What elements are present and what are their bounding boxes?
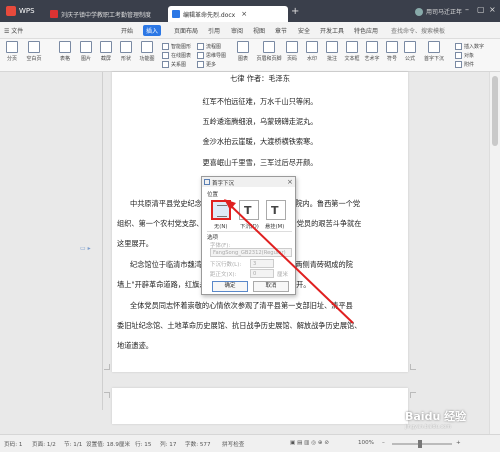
zoom-slider[interactable] [392,443,452,445]
zoom-level[interactable]: 100% [358,440,374,446]
zoom-in-icon[interactable]: + [456,440,461,446]
status-section: 节: 1/1 [64,442,83,448]
annotation-arrow [224,199,354,324]
watermark-text: Baidu 经验 [405,410,467,423]
zoom-out-icon[interactable]: – [382,440,385,446]
arrow-shaft [229,204,354,324]
status-row: 行: 15 [135,442,152,448]
spellcheck-toggle[interactable]: 拼写检查 [222,440,244,448]
status-col: 列: 17 [160,442,177,448]
zoom-slider-handle[interactable] [418,440,422,448]
status-position: 设置值: 18.9厘米 [86,442,131,448]
watermark: Baidu 经验 jingyan.baidu.com [405,408,466,430]
status-bar: 页码: 1 页面: 1/2 节: 1/1 设置值: 18.9厘米 行: 15 列… [0,434,500,452]
status-words: 字数: 577 [185,442,211,448]
status-pages: 页面: 1/2 [32,442,56,448]
view-mode-icons[interactable]: ▣ ▤ ▥ ◎ ⊕ ⊘ [290,440,329,446]
status-page: 页码: 1 [4,442,23,448]
watermark-url: jingyan.baidu.com [405,424,452,430]
